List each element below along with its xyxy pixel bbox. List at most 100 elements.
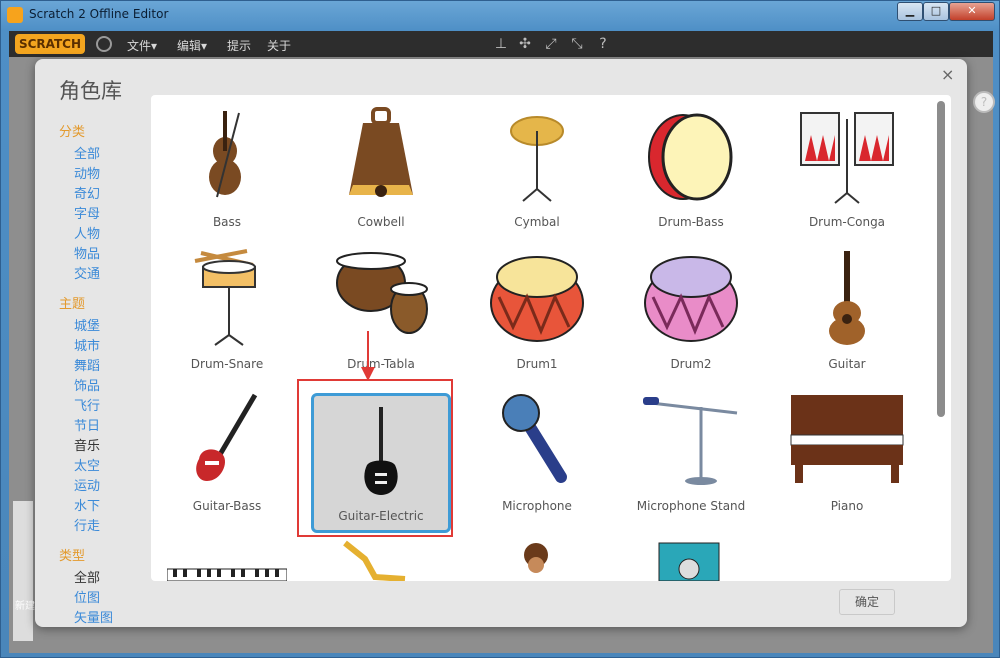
category-people[interactable]: 人物 — [74, 223, 100, 242]
sprite-label: Bass — [212, 215, 242, 229]
sprite-tile-drum2[interactable]: Drum2 — [621, 247, 761, 389]
dialog-title: 角色库 — [59, 79, 122, 103]
shrink-icon[interactable]: ⤡ — [569, 36, 585, 52]
globe-icon[interactable] — [96, 36, 112, 52]
side-help-icon[interactable]: ? — [973, 91, 995, 113]
sprite-tile-piano[interactable]: Piano — [777, 389, 917, 531]
category-things[interactable]: 物品 — [74, 243, 100, 262]
theme-castle[interactable]: 城堡 — [74, 315, 100, 334]
keyboard-icon — [167, 568, 287, 581]
maximize-button[interactable]: □ — [923, 2, 949, 21]
type-all[interactable]: 全部 — [74, 567, 100, 586]
theme-dress-up[interactable]: 饰品 — [74, 375, 100, 394]
sprite-grid: Bass Cowbell Cymbal Drum-Bass Drum-Conga… — [151, 95, 951, 581]
category-animals[interactable]: 动物 — [74, 163, 100, 182]
type-vector[interactable]: 矢量图 — [74, 607, 113, 626]
stamp-icon[interactable]: ⊥ — [493, 36, 509, 52]
red-arrow-icon — [361, 331, 375, 381]
sprite-tile-guitar-bass[interactable]: Guitar-Bass — [157, 389, 297, 531]
category-letters[interactable]: 字母 — [74, 203, 100, 222]
saxophone-icon — [343, 540, 406, 581]
sprite-label: Microphone — [502, 499, 572, 513]
sprite-label: Drum-Tabla — [347, 357, 415, 371]
guitar-icon — [829, 251, 865, 345]
new-sprite-label: 新建 — [15, 601, 35, 612]
sprite-label: Drum-Conga — [808, 215, 886, 229]
sprite-label: Cymbal — [514, 215, 560, 229]
dialog-close-button[interactable]: × — [941, 65, 954, 84]
ok-button[interactable]: 确定 — [839, 589, 895, 615]
guitar-bass-icon — [196, 393, 258, 481]
sprite-tile-microphone[interactable]: Microphone — [467, 389, 607, 531]
sprite-tray — [13, 501, 33, 641]
sprite-tile-drum1[interactable]: Drum1 — [467, 247, 607, 389]
sprite-tile-microphone-stand[interactable]: Microphone Stand — [621, 389, 761, 531]
app-window: Scratch 2 Offline Editor ▁ □ ✕ SCRATCH 文… — [0, 0, 1000, 658]
theme-holiday[interactable]: 节日 — [74, 415, 100, 434]
sprite-label: Piano — [830, 499, 864, 513]
library-scrollbar[interactable] — [937, 101, 945, 417]
menu-bar: SCRATCH 文件▾ 编辑▾ 提示 关于 ⊥ ✣ ⤢ ⤡ ? — [9, 31, 993, 57]
singer-icon — [524, 543, 548, 573]
minimize-button[interactable]: ▁ — [897, 2, 923, 21]
sprite-tile-cowbell[interactable]: Cowbell — [311, 105, 451, 247]
heading-category: 分类 — [59, 125, 86, 140]
menu-edit[interactable]: 编辑▾ — [177, 37, 207, 54]
sprite-tile-drum-conga[interactable]: Drum-Conga — [777, 105, 917, 247]
theme-flying[interactable]: 飞行 — [74, 395, 100, 414]
theme-sports[interactable]: 运动 — [74, 475, 100, 494]
heading-type: 类型 — [59, 549, 86, 564]
help-icon[interactable]: ? — [595, 36, 611, 52]
bass-icon — [209, 111, 241, 198]
menu-file[interactable]: 文件▾ — [127, 37, 157, 54]
theme-walking[interactable]: 行走 — [74, 515, 100, 534]
speaker-icon — [658, 542, 720, 581]
grow-icon[interactable]: ⤢ — [543, 36, 559, 52]
sprite-tile-drum-tabla[interactable]: Drum-Tabla — [311, 247, 451, 389]
theme-city[interactable]: 城市 — [74, 335, 100, 354]
cowbell-icon — [349, 107, 413, 197]
menu-tips[interactable]: 提示 — [227, 37, 251, 54]
sprite-label: Guitar-Bass — [192, 499, 262, 513]
title-bar: Scratch 2 Offline Editor ▁ □ ✕ — [1, 1, 999, 29]
sprite-tile-bass[interactable]: Bass — [157, 105, 297, 247]
window-title: Scratch 2 Offline Editor — [29, 7, 169, 21]
sprite-tile-drum-bass[interactable]: Drum-Bass — [621, 105, 761, 247]
scratch-app-icon — [7, 7, 23, 23]
theme-underwater[interactable]: 水下 — [74, 495, 100, 514]
drum-snare-icon — [194, 249, 256, 346]
drum-tabla-icon — [336, 252, 428, 334]
theme-dance[interactable]: 舞蹈 — [74, 355, 100, 374]
sprite-tile-guitar[interactable]: Guitar — [777, 247, 917, 389]
sprite-label: Microphone Stand — [636, 499, 746, 513]
scratch-logo[interactable]: SCRATCH — [15, 34, 85, 54]
selection-highlight-box — [297, 379, 453, 537]
piano-icon — [790, 395, 904, 483]
theme-space[interactable]: 太空 — [74, 455, 100, 474]
cymbal-icon — [510, 116, 564, 202]
sprite-label: Drum2 — [670, 357, 712, 371]
menu-about[interactable]: 关于 — [267, 37, 291, 54]
sprite-label: Guitar — [828, 357, 866, 371]
category-fantasy[interactable]: 奇幻 — [74, 183, 100, 202]
drum-conga-icon — [800, 112, 894, 204]
sprite-tile-cymbal[interactable]: Cymbal — [467, 105, 607, 247]
sprite-library-dialog: 角色库 × 分类 全部 动物 奇幻 字母 人物 物品 交通 主题 城堡 城市 舞… — [35, 59, 967, 627]
drum2-icon — [644, 256, 738, 342]
drum-bass-icon — [648, 113, 733, 201]
type-bitmap[interactable]: 位图 — [74, 587, 100, 606]
sprite-label: Cowbell — [357, 215, 405, 229]
cut-icon[interactable]: ✣ — [517, 36, 533, 52]
sprite-label: Drum1 — [516, 357, 558, 371]
drum1-icon — [490, 256, 584, 342]
sprite-label: Drum-Bass — [658, 215, 724, 229]
sprite-label: Drum-Snare — [190, 357, 264, 371]
category-all[interactable]: 全部 — [74, 143, 100, 162]
microphone-icon — [502, 394, 567, 483]
category-transport[interactable]: 交通 — [74, 263, 100, 282]
close-window-button[interactable]: ✕ — [949, 2, 995, 21]
theme-music[interactable]: 音乐 — [74, 435, 100, 454]
microphone-stand-icon — [643, 397, 738, 485]
heading-theme: 主题 — [59, 297, 86, 312]
sprite-tile-drum-snare[interactable]: Drum-Snare — [157, 247, 297, 389]
